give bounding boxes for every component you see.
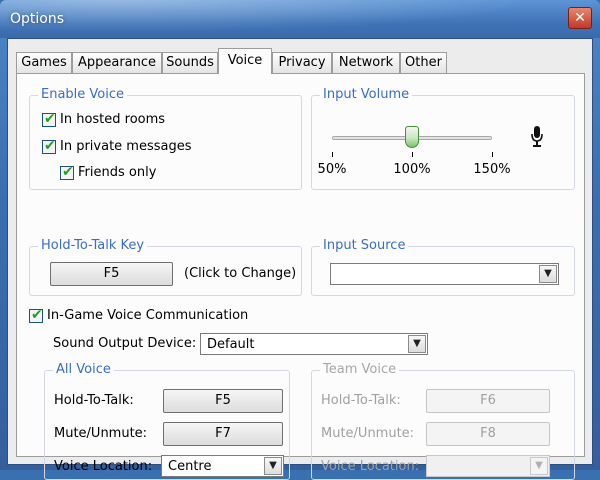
chevron-down-icon[interactable]: ▼ bbox=[264, 457, 282, 475]
close-button[interactable]: ✕ bbox=[568, 7, 592, 29]
team-voice-hold-to-talk-button[interactable]: F6 bbox=[426, 389, 550, 413]
sound-output-value: Default bbox=[207, 337, 255, 352]
hosted-rooms-label: In hosted rooms bbox=[60, 112, 166, 127]
options-window: Options ✕ Games Appearance Sounds Voice … bbox=[0, 0, 600, 480]
private-messages-checkbox[interactable]: ✔ bbox=[42, 138, 56, 154]
team-voice-mute-label: Mute/Unmute: bbox=[321, 426, 415, 441]
tab-network[interactable]: Network bbox=[332, 52, 400, 73]
chevron-down-icon[interactable]: ▼ bbox=[408, 335, 426, 353]
private-messages-label: In private messages bbox=[60, 139, 192, 154]
sound-output-select[interactable]: Default ▼ bbox=[200, 333, 428, 355]
all-voice-group: All Voice Hold-To-Talk: F5 Mute/Unmute: … bbox=[44, 362, 290, 480]
all-voice-mute-label: Mute/Unmute: bbox=[54, 426, 148, 441]
tab-games[interactable]: Games bbox=[16, 52, 72, 73]
friends-only-label: Friends only bbox=[78, 165, 157, 180]
dialog-body: Games Appearance Sounds Voice Privacy Ne… bbox=[7, 38, 593, 480]
all-voice-mute-button[interactable]: F7 bbox=[163, 422, 283, 446]
chevron-down-icon[interactable]: ▼ bbox=[539, 265, 557, 283]
checkmark-icon: ✔ bbox=[62, 164, 74, 180]
input-source-group: Input Source ▼ bbox=[311, 238, 575, 296]
checkmark-icon: ✔ bbox=[44, 138, 56, 154]
team-voice-location-label: Voice Location: bbox=[321, 459, 420, 474]
all-voice-location-label: Voice Location: bbox=[54, 459, 153, 474]
all-voice-location-value: Centre bbox=[168, 459, 212, 474]
voice-tab-panel: Enable Voice ✔ In hosted rooms ✔ In priv… bbox=[16, 73, 585, 480]
team-voice-group: Team Voice Hold-To-Talk: F6 Mute/Unmute:… bbox=[311, 362, 575, 480]
hold-to-talk-key-button[interactable]: F5 bbox=[50, 262, 173, 286]
in-game-voice-label: In-Game Voice Communication bbox=[47, 308, 249, 323]
slider-tick bbox=[492, 152, 493, 157]
tab-appearance[interactable]: Appearance bbox=[72, 52, 162, 73]
team-voice-hold-to-talk-label: Hold-To-Talk: bbox=[321, 393, 401, 408]
tick-label-50: 50% bbox=[317, 162, 347, 177]
input-source-select[interactable]: ▼ bbox=[330, 263, 559, 285]
checkmark-icon: ✔ bbox=[31, 307, 43, 323]
all-voice-hold-to-talk-button[interactable]: F5 bbox=[163, 389, 283, 413]
team-voice-location-select[interactable]: ▼ bbox=[426, 455, 550, 477]
input-source-legend: Input Source bbox=[320, 238, 409, 254]
hold-to-talk-key-group: Hold-To-Talk Key F5 (Click to Change) bbox=[29, 238, 302, 296]
tick-label-100: 100% bbox=[393, 162, 431, 177]
microphone-icon bbox=[531, 126, 543, 147]
volume-slider-thumb[interactable] bbox=[405, 126, 419, 148]
chevron-down-icon[interactable]: ▼ bbox=[530, 457, 548, 475]
team-voice-legend: Team Voice bbox=[320, 362, 400, 378]
tab-voice[interactable]: Voice bbox=[218, 48, 272, 74]
tab-privacy[interactable]: Privacy bbox=[272, 52, 332, 73]
enable-voice-legend: Enable Voice bbox=[38, 87, 128, 103]
input-volume-legend: Input Volume bbox=[320, 87, 413, 103]
slider-tick bbox=[332, 152, 333, 157]
all-voice-location-select[interactable]: Centre ▼ bbox=[161, 455, 284, 477]
in-game-voice-checkbox[interactable]: ✔ bbox=[29, 307, 43, 323]
slider-tick bbox=[412, 152, 413, 157]
tick-label-150: 150% bbox=[473, 162, 511, 177]
all-voice-hold-to-talk-label: Hold-To-Talk: bbox=[54, 393, 134, 408]
all-voice-legend: All Voice bbox=[53, 362, 114, 378]
title-bar[interactable]: Options ✕ bbox=[0, 0, 600, 38]
enable-voice-group: Enable Voice ✔ In hosted rooms ✔ In priv… bbox=[29, 87, 302, 190]
friends-only-checkbox[interactable]: ✔ bbox=[60, 164, 74, 180]
click-to-change-hint: (Click to Change) bbox=[184, 266, 297, 281]
window-title: Options bbox=[10, 11, 65, 27]
tab-other[interactable]: Other bbox=[400, 52, 447, 73]
hosted-rooms-checkbox[interactable]: ✔ bbox=[42, 111, 56, 127]
input-volume-group: Input Volume 50% 100% 150% bbox=[311, 87, 575, 190]
checkmark-icon: ✔ bbox=[44, 111, 56, 127]
close-icon: ✕ bbox=[574, 10, 586, 26]
sound-output-label: Sound Output Device: bbox=[53, 336, 197, 351]
team-voice-mute-button[interactable]: F8 bbox=[426, 422, 550, 446]
tab-sounds[interactable]: Sounds bbox=[162, 52, 218, 73]
hold-to-talk-key-legend: Hold-To-Talk Key bbox=[38, 238, 148, 254]
